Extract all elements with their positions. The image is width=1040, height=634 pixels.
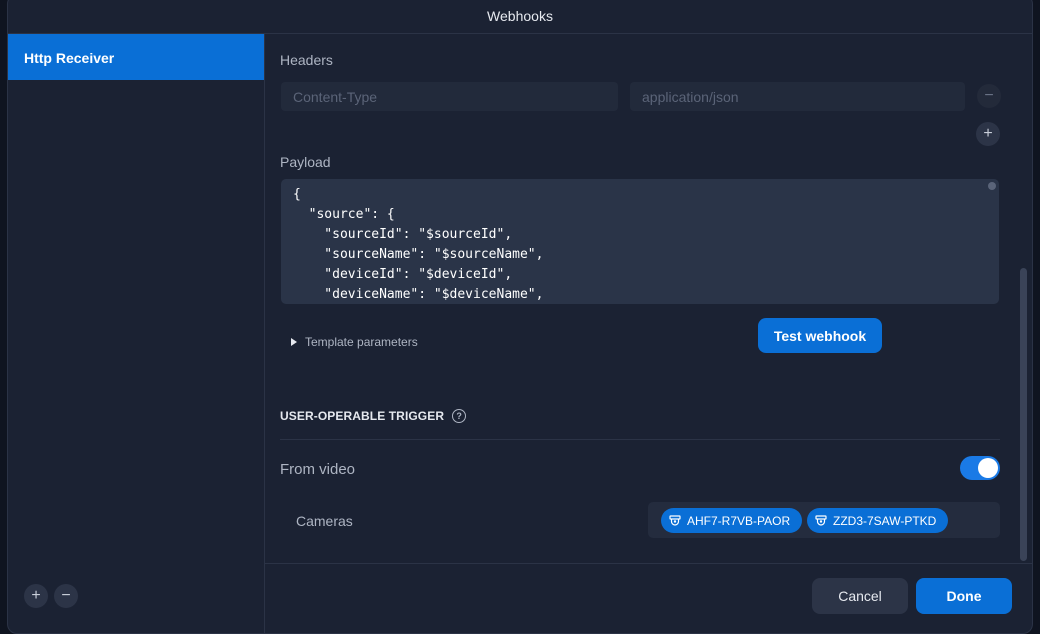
- camera-chip[interactable]: AHF7-R7VB-PAOR: [661, 508, 803, 533]
- plus-icon: +: [31, 587, 41, 604]
- cameras-selector[interactable]: AHF7-R7VB-PAOR ZZD3-7SAW-PTKD: [648, 502, 1000, 538]
- caret-right-icon: [291, 338, 297, 346]
- dialog-titlebar: Webhooks: [8, 0, 1032, 34]
- webhook-settings-panel: Headers Content-Type application/json − …: [265, 34, 1032, 633]
- camera-icon: [669, 515, 681, 526]
- header-key-input[interactable]: Content-Type: [281, 82, 618, 111]
- test-webhook-button[interactable]: Test webhook: [758, 318, 882, 353]
- payload-code: { "source": { "sourceId": "$sourceId", "…: [293, 187, 544, 302]
- webhook-sidebar: Http Receiver + −: [8, 34, 265, 633]
- headers-label: Headers: [280, 52, 333, 68]
- trigger-section-title: USER-OPERABLE TRIGGER ?: [280, 409, 467, 423]
- remove-webhook-button[interactable]: −: [54, 584, 78, 608]
- camera-icon: [815, 515, 827, 526]
- cameras-label: Cameras: [296, 513, 353, 529]
- sidebar-item-label: Http Receiver: [24, 50, 115, 66]
- minus-icon: −: [984, 87, 994, 104]
- camera-chip-label: ZZD3-7SAW-PTKD: [833, 513, 937, 528]
- section-divider: [280, 439, 1000, 440]
- template-parameters-label: Template parameters: [305, 335, 418, 349]
- remove-header-button[interactable]: −: [977, 84, 1001, 108]
- payload-editor[interactable]: { "source": { "sourceId": "$sourceId", "…: [281, 179, 999, 304]
- question-icon[interactable]: ?: [452, 409, 467, 423]
- template-parameters-toggle[interactable]: Template parameters: [291, 335, 418, 349]
- cancel-button[interactable]: Cancel: [812, 578, 908, 614]
- add-header-button[interactable]: +: [976, 122, 1000, 146]
- trigger-title: USER-OPERABLE TRIGGER: [280, 409, 445, 423]
- footer-divider: [265, 563, 1032, 564]
- payload-scroll-handle[interactable]: [988, 182, 996, 190]
- from-video-label: From video: [280, 461, 356, 478]
- done-button[interactable]: Done: [916, 578, 1012, 614]
- sidebar-item-http-receiver[interactable]: Http Receiver: [8, 34, 264, 80]
- from-video-toggle[interactable]: [960, 456, 1000, 480]
- toggle-knob: [978, 458, 998, 478]
- panel-scrollbar[interactable]: [1020, 268, 1027, 561]
- add-webhook-button[interactable]: +: [24, 584, 48, 608]
- webhooks-dialog: Webhooks Http Receiver + − Headers Conte…: [7, 0, 1033, 634]
- dialog-title: Webhooks: [487, 8, 553, 24]
- plus-icon: +: [983, 125, 993, 142]
- payload-label: Payload: [280, 154, 331, 170]
- camera-chip-label: AHF7-R7VB-PAOR: [687, 513, 791, 528]
- header-value-input[interactable]: application/json: [630, 82, 965, 111]
- camera-chip[interactable]: ZZD3-7SAW-PTKD: [807, 508, 949, 533]
- minus-icon: −: [61, 587, 71, 604]
